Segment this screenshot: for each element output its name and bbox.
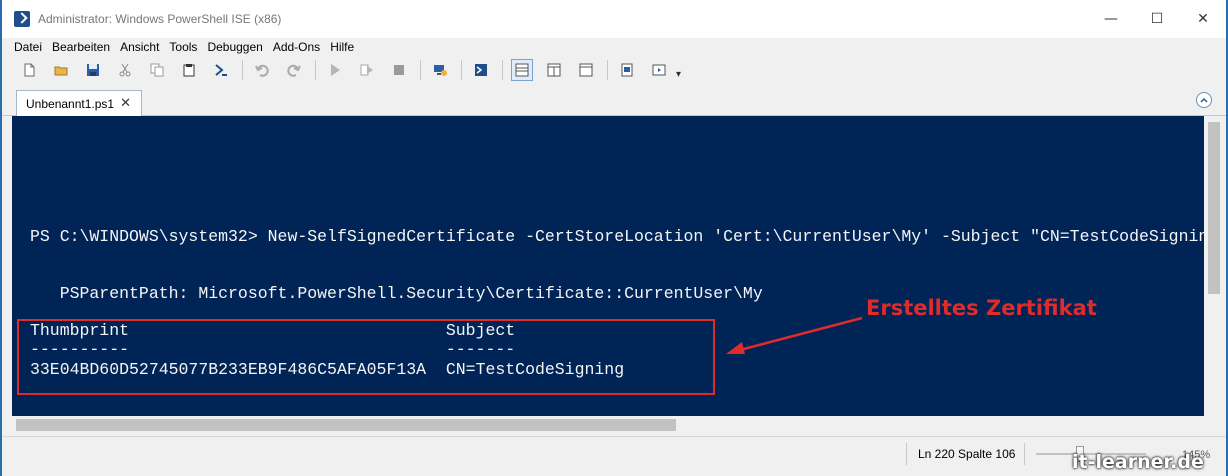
remote-powershell-icon[interactable] (429, 59, 451, 81)
powershell-icon[interactable] (210, 59, 232, 81)
console-parent-path: PSParentPath: Microsoft.PowerShell.Secur… (30, 284, 763, 303)
menu-debuggen[interactable]: Debuggen (207, 40, 262, 54)
toolbar-separator (315, 60, 316, 80)
status-divider (1024, 443, 1025, 465)
annotation-arrow-icon (726, 316, 863, 354)
show-script-pane-top-icon[interactable] (511, 59, 533, 81)
toolbar: ▾ (2, 56, 1226, 84)
horizontal-scrollbar-thumb[interactable] (16, 419, 676, 431)
status-divider (906, 443, 907, 465)
show-command-icon[interactable] (616, 59, 638, 81)
tab-close-icon[interactable]: ✕ (120, 96, 131, 111)
toolbar-separator (502, 60, 503, 80)
open-file-icon[interactable] (50, 59, 72, 81)
horizontal-scrollbar[interactable] (12, 416, 1204, 434)
cut-icon[interactable] (114, 59, 136, 81)
minimize-button[interactable]: — (1088, 0, 1134, 38)
toolbar-separator (242, 60, 243, 80)
toolbar-separator (420, 60, 421, 80)
menu-tools[interactable]: Tools (169, 40, 197, 54)
toolbar-separator (461, 60, 462, 80)
console-pane[interactable]: PS C:\WINDOWS\system32> New-SelfSignedCe… (12, 116, 1204, 416)
certificate-highlight-box (17, 319, 715, 395)
menu-add-ons[interactable]: Add-Ons (273, 40, 320, 54)
redo-icon[interactable] (283, 59, 305, 81)
menu-ansicht[interactable]: Ansicht (120, 40, 159, 54)
maximize-button[interactable]: ☐ (1134, 0, 1180, 38)
tab-unbenannt1[interactable]: Unbenannt1.ps1 ✕ (16, 90, 142, 116)
vertical-scrollbar-thumb[interactable] (1208, 122, 1220, 294)
stop-icon[interactable] (388, 59, 410, 81)
show-script-pane-max-icon[interactable] (575, 59, 597, 81)
cursor-position: Ln 220 Spalte 106 (918, 447, 1016, 461)
powershell-ise-icon (14, 11, 30, 27)
undo-icon[interactable] (251, 59, 273, 81)
tab-bar: Unbenannt1.ps1 ✕ (2, 86, 1226, 116)
console-command-line: PS C:\WINDOWS\system32> New-SelfSignedCe… (30, 227, 1204, 246)
menu-hilfe[interactable]: Hilfe (330, 40, 354, 54)
show-script-pane-right-icon[interactable] (543, 59, 565, 81)
close-button[interactable]: ✕ (1180, 0, 1226, 38)
menu-bearbeiten[interactable]: Bearbeiten (52, 40, 110, 54)
save-icon[interactable] (82, 59, 104, 81)
new-file-icon[interactable] (18, 59, 40, 81)
menu-bar: Datei Bearbeiten Ansicht Tools Debuggen … (2, 38, 1226, 56)
toolbar-separator (607, 60, 608, 80)
show-command-addon-icon[interactable] (648, 59, 670, 81)
title-bar[interactable]: Administrator: Windows PowerShell ISE (x… (2, 0, 1226, 38)
copy-icon[interactable] (146, 59, 168, 81)
watermark: it-learner.de (1072, 451, 1204, 473)
annotation-label: Erstelltes Zertifikat (866, 296, 1097, 320)
run-selection-icon[interactable] (356, 59, 378, 81)
tab-label: Unbenannt1.ps1 (26, 96, 115, 111)
toolbar-overflow-icon[interactable]: ▾ (676, 69, 681, 80)
window-controls: — ☐ ✕ (1088, 0, 1226, 38)
menu-datei[interactable]: Datei (14, 40, 42, 54)
run-icon[interactable] (324, 59, 346, 81)
status-bar: Ln 220 Spalte 106 145% (2, 436, 1226, 470)
powershell-console-icon[interactable] (470, 59, 492, 81)
vertical-scrollbar[interactable] (1204, 116, 1224, 416)
paste-icon[interactable] (178, 59, 200, 81)
powershell-ise-window: Administrator: Windows PowerShell ISE (x… (0, 0, 1228, 476)
window-title: Administrator: Windows PowerShell ISE (x… (38, 12, 282, 26)
collapse-script-pane-icon[interactable] (1196, 92, 1212, 108)
